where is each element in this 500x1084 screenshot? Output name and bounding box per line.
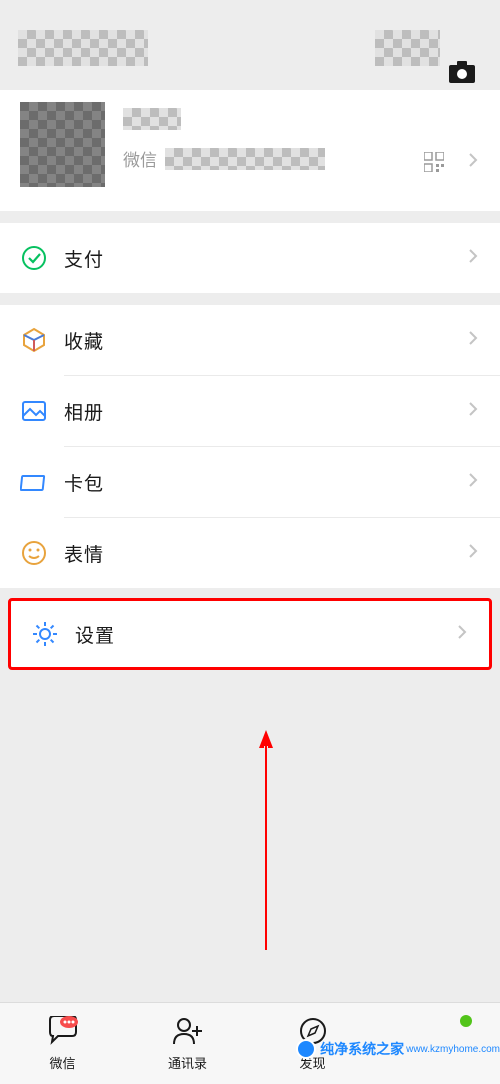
contacts-icon (171, 1016, 205, 1051)
pay-icon (20, 244, 64, 272)
top-bar (0, 30, 500, 90)
status-bar (0, 0, 500, 30)
avatar (20, 102, 105, 187)
wechat-id-prefix: 微信 (123, 146, 157, 171)
chevron-right-icon (468, 152, 478, 173)
profile-row[interactable]: 微信 (0, 90, 500, 211)
stickers-icon (20, 539, 64, 567)
chevron-right-icon (468, 248, 478, 269)
menu-item-settings[interactable]: 设置 (11, 601, 489, 667)
menu-item-stickers[interactable]: 表情 (0, 518, 500, 588)
tab-contacts[interactable]: 通讯录 (125, 1003, 250, 1084)
redacted-block (18, 30, 148, 66)
tab-label: 微信 (49, 1053, 75, 1072)
menu-label: 卡包 (64, 469, 104, 496)
tab-chats[interactable]: 微信 (0, 1003, 125, 1084)
cards-icon (20, 468, 64, 496)
menu-group-pay: 支付 (0, 223, 500, 293)
album-icon (20, 397, 64, 425)
gear-icon (31, 620, 75, 648)
profile-name-redacted (123, 108, 181, 130)
redacted-block (375, 30, 440, 66)
menu-item-pay[interactable]: 支付 (0, 223, 500, 293)
divider (0, 293, 500, 305)
chevron-right-icon (457, 624, 467, 645)
menu-item-album[interactable]: 相册 (0, 376, 500, 446)
chevron-right-icon (468, 401, 478, 422)
highlight-annotation: 设置 (8, 598, 492, 670)
chevron-right-icon (468, 543, 478, 564)
menu-label: 支付 (64, 245, 104, 272)
watermark-url: www.kzmyhome.com (406, 1044, 500, 1055)
menu-item-favorites[interactable]: 收藏 (0, 305, 500, 375)
menu-label: 相册 (64, 398, 104, 425)
wechat-id-redacted (165, 148, 325, 170)
watermark: 纯净系统之家 www.kzmyhome.com (296, 1039, 500, 1059)
arrow-annotation (259, 730, 273, 950)
qr-code-icon[interactable] (424, 152, 444, 177)
menu-item-cards[interactable]: 卡包 (0, 447, 500, 517)
divider (0, 211, 500, 223)
badge-dot (460, 1015, 472, 1027)
menu-group-content: 收藏 相册 卡包 表情 (0, 305, 500, 588)
favorites-icon (20, 326, 64, 354)
chevron-right-icon (468, 330, 478, 351)
menu-label: 表情 (64, 540, 104, 567)
camera-icon[interactable] (448, 60, 476, 89)
chevron-right-icon (468, 472, 478, 493)
chat-icon (46, 1016, 80, 1051)
watermark-logo-icon (296, 1039, 316, 1059)
watermark-text: 纯净系统之家 (320, 1039, 404, 1059)
tab-label: 通讯录 (168, 1053, 207, 1072)
menu-label: 收藏 (64, 327, 104, 354)
menu-label: 设置 (75, 621, 115, 648)
